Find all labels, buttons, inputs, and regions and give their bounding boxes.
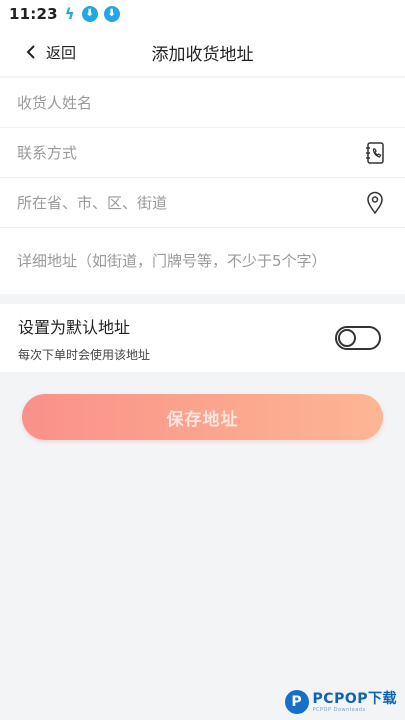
contact-input[interactable] bbox=[17, 143, 337, 162]
save-address-button[interactable]: 保存地址 bbox=[22, 394, 383, 440]
address-form bbox=[0, 78, 405, 294]
location-pin-icon[interactable] bbox=[363, 191, 387, 215]
default-address-subtitle: 每次下单时会使用该地址 bbox=[18, 347, 151, 362]
recipient-name-input[interactable] bbox=[17, 93, 337, 112]
status-time: 11:23 bbox=[9, 5, 58, 23]
region-input[interactable] bbox=[17, 193, 337, 212]
watermark-text: PCPOP下载 PCPOP Downloads bbox=[313, 692, 397, 713]
watermark-main: PCPOP下载 bbox=[312, 690, 397, 707]
contact-book-icon[interactable] bbox=[363, 141, 387, 165]
name-row bbox=[0, 78, 405, 128]
region-row bbox=[0, 178, 405, 228]
watermark-sub: PCPOP Downloads bbox=[312, 706, 366, 713]
default-address-title: 设置为默认地址 bbox=[18, 317, 131, 337]
download-icon: ⬇ bbox=[81, 6, 98, 22]
add-address-screen: 11:23 ϟ ⬇ ⬇ 返回 添加收货地址 收货人姓名 联系方式 所在省、市、区… bbox=[0, 0, 405, 720]
back-button[interactable]: 返回 bbox=[26, 28, 76, 76]
download-icon: ⬇ bbox=[103, 6, 120, 22]
toggle-knob bbox=[338, 329, 356, 347]
default-address-toggle[interactable] bbox=[335, 326, 381, 350]
back-label: 返回 bbox=[46, 43, 77, 62]
watermark: P PCPOP下载 PCPOP Downloads bbox=[284, 690, 397, 714]
lightning-icon: ϟ bbox=[64, 5, 75, 23]
detail-row bbox=[0, 228, 405, 294]
detail-address-input[interactable] bbox=[17, 252, 337, 270]
pcpop-logo-icon: P bbox=[284, 690, 309, 714]
chevron-left-icon bbox=[26, 45, 36, 59]
default-address-section: 设置为默认地址 每次下单时会使用该地址 bbox=[0, 304, 405, 372]
contact-row bbox=[0, 128, 405, 178]
header: 返回 添加收货地址 bbox=[0, 28, 405, 76]
status-bar: 11:23 ϟ ⬇ ⬇ bbox=[0, 0, 405, 28]
default-address-texts: 设置为默认地址 每次下单时会使用该地址 bbox=[18, 314, 150, 363]
